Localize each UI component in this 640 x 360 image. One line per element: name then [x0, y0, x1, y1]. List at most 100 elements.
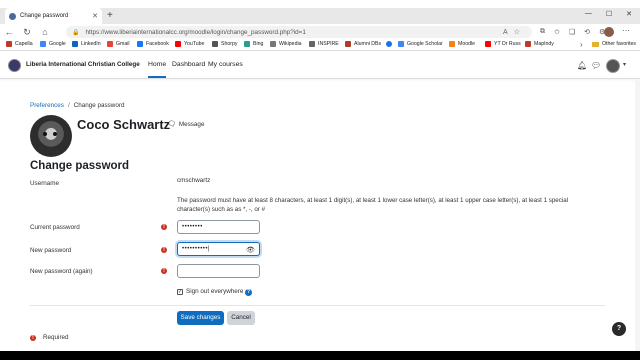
username-value: cmschwartz: [177, 177, 211, 184]
current-password-input[interactable]: ••••••••: [177, 220, 260, 234]
breadcrumb-separator: /: [67, 102, 70, 109]
user-menu-avatar[interactable]: [606, 59, 620, 73]
bookmark-icon: [6, 41, 12, 47]
breadcrumb-preferences[interactable]: Preferences: [30, 102, 64, 109]
required-icon: !: [161, 268, 167, 274]
bookmark-item[interactable]: Moodle: [449, 41, 475, 47]
bookmark-icon: [107, 41, 113, 47]
messages-chat-icon[interactable]: 💬︎: [591, 61, 601, 70]
bookmark-item[interactable]: Wikipedia: [270, 41, 302, 47]
collections-icon[interactable]: ❏: [569, 28, 575, 36]
bookmark-icon: [212, 41, 218, 47]
floating-help-button[interactable]: ?: [612, 322, 626, 336]
new-password-again-label: New password (again): [30, 268, 93, 275]
bookmark-icon: [175, 41, 181, 47]
bookmark-item[interactable]: Google: [40, 41, 66, 47]
signout-everywhere-label: Sign out everywhere: [186, 288, 244, 295]
reveal-password-eye-icon[interactable]: 👁︎: [246, 246, 255, 254]
home-icon[interactable]: ⌂: [36, 27, 54, 37]
split-screen-icon[interactable]: ⧉: [540, 28, 545, 36]
lock-icon[interactable]: 🔒: [72, 29, 79, 36]
username-label: Username: [30, 180, 60, 187]
bookmark-item[interactable]: Bing: [244, 41, 263, 47]
profile-picture: [30, 115, 72, 157]
browser-tab[interactable]: Change password ✕: [5, 8, 102, 24]
new-password-label: New password: [30, 247, 72, 254]
site-name[interactable]: Liberia International Christian College: [26, 61, 140, 68]
close-window-icon[interactable]: ✕: [626, 10, 632, 18]
bookmark-item[interactable]: YT Dr Russ: [485, 41, 521, 47]
bookmark-item[interactable]: INSPIRE: [309, 41, 339, 47]
favorites-icon[interactable]: ✩: [554, 28, 560, 36]
browser-profile-avatar[interactable]: [604, 27, 614, 37]
url-actions: A☆: [503, 28, 526, 36]
bookmark-item[interactable]: [386, 41, 395, 47]
address-bar-row: ← ↻ ⌂ 🔒 https://www.liberiainternational…: [0, 24, 640, 40]
nav-home[interactable]: Home: [148, 61, 167, 78]
notifications-bell-icon[interactable]: 🔔︎: [577, 61, 587, 70]
page-title: Change password: [30, 160, 130, 172]
bookmark-item[interactable]: Facebook: [137, 41, 169, 47]
user-fullname: Coco Schwartz: [77, 117, 171, 132]
bookmark-icon: [345, 41, 351, 47]
bookmark-item[interactable]: YouTube: [175, 41, 204, 47]
bookmark-item[interactable]: Google Scholar: [398, 41, 443, 47]
save-changes-button[interactable]: Save changes: [177, 311, 224, 325]
bookmark-icon: [244, 41, 250, 47]
site-favicon-icon: [9, 12, 16, 20]
nav-my-courses[interactable]: My courses: [208, 61, 243, 68]
maximize-icon[interactable]: ☐: [606, 10, 612, 18]
bookmark-icon: [449, 41, 455, 47]
bookmark-icon: [398, 41, 404, 47]
site-logo[interactable]: [8, 59, 21, 72]
read-aloud-icon[interactable]: A: [503, 29, 514, 36]
required-legend: ! Required: [30, 334, 69, 341]
minimize-icon[interactable]: —: [585, 10, 592, 18]
url-text: https://www.liberiainternationalcc.org/m…: [85, 28, 306, 36]
current-password-label: Current password: [30, 224, 80, 231]
browser-menu-icon[interactable]: ⋯: [622, 26, 630, 35]
form-divider: [30, 305, 605, 306]
bookmark-item[interactable]: Gmail: [107, 41, 130, 47]
help-question-icon[interactable]: ?: [245, 289, 252, 296]
tab-strip: Change password ✕ + — ☐ ✕: [0, 8, 640, 24]
bookmark-icon: [270, 41, 276, 47]
bookmark-icon: [137, 41, 143, 47]
bookmarks-bar: Capella Google LinkedIn Gmail Facebook Y…: [0, 40, 640, 51]
favorite-star-icon[interactable]: ☆: [514, 29, 526, 36]
new-password-again-input[interactable]: [177, 264, 260, 278]
nav-dashboard[interactable]: Dashboard: [172, 61, 205, 68]
breadcrumb: Preferences / Change password: [30, 102, 124, 109]
bookmark-icon: [525, 41, 531, 47]
message-button[interactable]: 🗨︎ Message: [167, 120, 204, 129]
required-icon: !: [30, 334, 36, 341]
toolbar-icons: ⧉ ✩ ❏ ⟲ ⚙: [540, 28, 605, 36]
tab-title: Change password: [20, 13, 69, 19]
back-icon[interactable]: ←: [0, 27, 18, 37]
speech-bubble-icon: 🗨︎: [167, 121, 176, 128]
site-navbar: Liberia International Christian College …: [0, 52, 640, 79]
screen: Change password ✕ + — ☐ ✕ ← ↻ ⌂ 🔒 https:…: [0, 0, 640, 351]
url-field[interactable]: 🔒 https://www.liberiainternationalcc.org…: [66, 26, 532, 38]
bookmark-icon: [72, 41, 78, 47]
close-tab-icon[interactable]: ✕: [92, 12, 98, 20]
reload-icon[interactable]: ↻: [18, 27, 36, 38]
new-tab-icon[interactable]: +: [107, 10, 113, 22]
bookmark-icon: [40, 41, 46, 47]
cancel-button[interactable]: Cancel: [227, 311, 255, 325]
chevron-down-icon[interactable]: ▾: [623, 61, 626, 68]
history-icon[interactable]: ⟲: [584, 28, 590, 36]
signout-everywhere-checkbox[interactable]: ✓: [177, 289, 183, 295]
bookmark-item[interactable]: Shorpy: [212, 41, 237, 47]
bookmark-icon: [485, 41, 491, 47]
bookmark-item[interactable]: LinkedIn: [72, 41, 101, 47]
bookmark-item[interactable]: Capella: [6, 41, 33, 47]
chevron-right-icon[interactable]: ›: [580, 40, 583, 49]
folder-icon: [592, 41, 599, 47]
bookmark-item[interactable]: Alumni DBs: [345, 41, 381, 47]
other-favorites[interactable]: Other favorites: [592, 41, 636, 47]
bookmark-icon: [309, 41, 315, 47]
page-scrollbar[interactable]: [635, 80, 640, 351]
bookmark-item[interactable]: MapIndy: [525, 41, 554, 47]
bookmark-icon: [386, 41, 392, 47]
